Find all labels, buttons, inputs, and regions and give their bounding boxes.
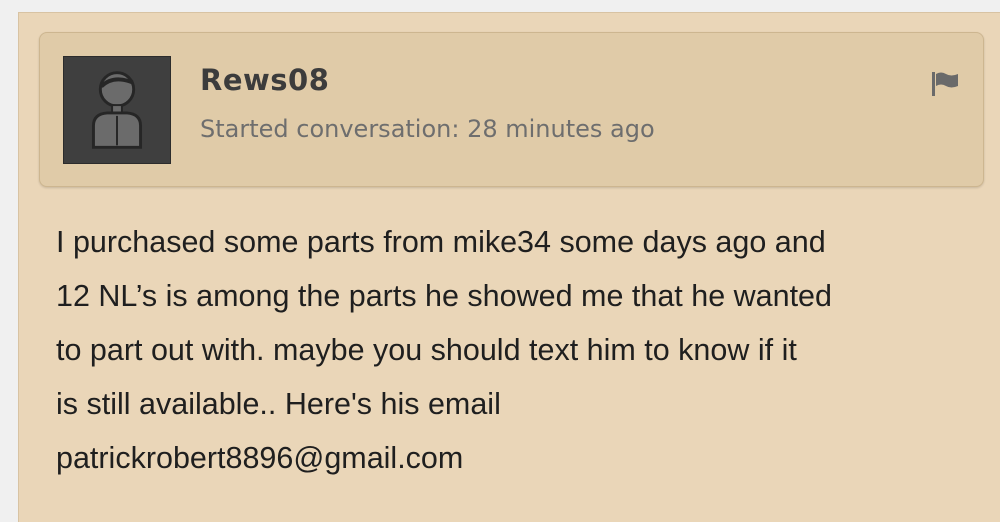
author-name[interactable]: Rews08 <box>200 63 329 97</box>
default-user-avatar-icon <box>64 57 170 163</box>
message-body: I purchased some parts from mike34 some … <box>56 225 832 475</box>
conversation-meta: Started conversation: 28 minutes ago <box>200 115 655 143</box>
conversation-panel: Rews08 Started conversation: 28 minutes … <box>18 12 1000 522</box>
post-header: Rews08 Started conversation: 28 minutes … <box>39 32 984 187</box>
flag-icon <box>932 72 958 96</box>
avatar[interactable] <box>63 56 171 164</box>
report-flag-button[interactable] <box>930 70 960 98</box>
